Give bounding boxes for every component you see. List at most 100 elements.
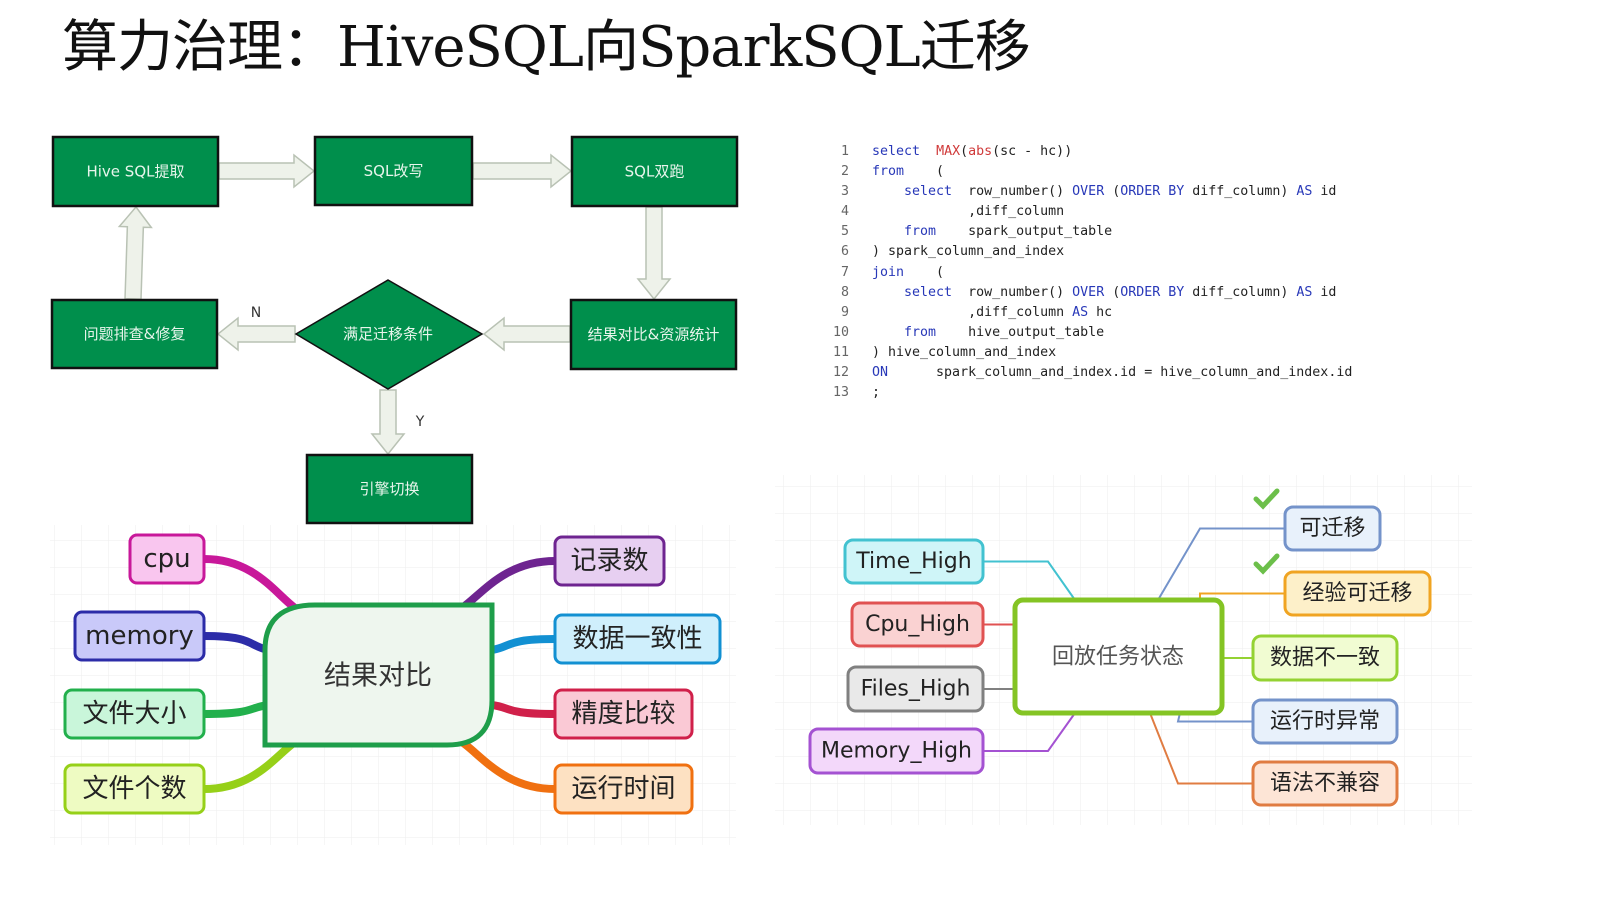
code-line: 9 ,diff_column AS hc (825, 303, 1352, 323)
code-line: 11 ) hive_column_and_index (825, 343, 1352, 363)
sql-code-block: 1 select MAX(abs (sc - hc)) 2 from (3 select… (825, 142, 1352, 403)
node-hive-sql-extract-label: Hive SQL提取 (86, 163, 184, 181)
code-line: 7 join ( (825, 263, 1352, 283)
code-keyword: select (904, 184, 953, 200)
code-text: hc (1088, 304, 1113, 320)
code-text: ,diff_column (872, 204, 1065, 220)
line-number: 6 (840, 244, 849, 260)
mindmap-node-label: 记录数 (570, 546, 648, 576)
code-keyword: AS (1296, 184, 1313, 200)
line-number: 7 (840, 264, 849, 280)
line-number: 8 (840, 284, 849, 300)
code-keyword: AS (1072, 304, 1089, 320)
mindmap-node-label: 运行时异常 (1270, 709, 1380, 734)
line-number: 4 (840, 204, 849, 220)
code-line: 4 ,diff_column (825, 202, 1352, 222)
code-text: ( (904, 264, 945, 280)
node-troubleshoot-fix-label: 问题排查&修复 (84, 325, 186, 343)
code-keyword: from (904, 324, 937, 340)
diagram-canvas: Hive SQL提取 SQL改写 SQL双跑结果对比&资源统计 问题排查&修复引擎切换… (50, 135, 1472, 845)
mindmap-node-label: 文件个数 (82, 774, 186, 804)
mindmap-node-label: 可迁移 (1299, 516, 1365, 541)
line-number: 12 (832, 365, 849, 381)
arrow-fix-to-extract (117, 205, 153, 301)
mindmap-node-label: 数据一致性 (572, 624, 702, 654)
code-text: row_number() (952, 184, 1073, 200)
center-node-label: 结果对比 (324, 661, 432, 692)
line-number: 3 (840, 184, 849, 200)
mindmap-node-label: Cpu_High (865, 612, 970, 637)
node-sql-rewrite-label: SQL改写 (364, 162, 424, 180)
code-text: id (1312, 184, 1337, 200)
code-keyword: select (904, 284, 953, 300)
code-line: 1 select MAX(abs (sc - hc)) (825, 142, 1352, 162)
mindmap-node-label: Time_High (855, 549, 971, 574)
decision-label: 满足迁移条件 (343, 325, 433, 343)
mindmap-node-label: 运行时间 (571, 774, 675, 804)
mindmap-node-label: 数据不一致 (1270, 646, 1380, 671)
code-line: 6 ) spark_column_and_index (825, 242, 1352, 262)
code-text: spark_column_and_index.id = hive_column_… (888, 365, 1353, 381)
arrow-condition-to-switch (370, 389, 406, 456)
code-text: ( (1104, 284, 1121, 300)
code-line: 3 select row_number() OVER (ORDER BY dif… (825, 182, 1352, 202)
line-number: 2 (840, 164, 849, 180)
code-text: row_number() (952, 284, 1073, 300)
arrow-condition-to-fix (216, 316, 296, 352)
code-text: ,diff_column (872, 304, 1073, 320)
node-engine-switch-label: 引擎切换 (359, 480, 419, 498)
mindmap-node-label: memory (85, 621, 194, 651)
code-text: id (1312, 284, 1337, 300)
line-number: 10 (832, 324, 849, 340)
code-keyword: from (904, 224, 937, 240)
code-line: 2 from ( (825, 162, 1352, 182)
node-result-compare-label: 结果对比&资源统计 (588, 326, 720, 344)
code-text: ) spark_column_and_index (872, 244, 1065, 260)
migration-flowchart: Hive SQL提取 SQL改写 SQL双跑结果对比&资源统计 问题排查&修复引擎切换… (50, 135, 739, 525)
line-number: 5 (840, 224, 849, 240)
mindmap-node-label: 文件大小 (82, 699, 186, 729)
mindmap-node-label: 语法不兼容 (1270, 771, 1380, 796)
mindmap-node-label: cpu (143, 544, 190, 574)
arrow-compare-to-condition (482, 316, 571, 352)
code-line: 5 from spark_output_table (825, 222, 1352, 242)
result-compare-mindmap: 结果对比 cpu memory 文件大小文件个数 记录数数据一致性精度比较运行时间 (50, 525, 736, 845)
arrow-rewrite-to-dualrun (472, 153, 573, 189)
mindmap-node-label: Memory_High (821, 739, 972, 764)
arrow-extract-to-rewrite (218, 153, 316, 189)
line-number: 1 (840, 144, 849, 159)
arrow-dualrun-to-compare (636, 206, 672, 301)
mindmap-node-label: 精度比较 (571, 699, 675, 729)
code-keyword: OVER (1072, 184, 1105, 200)
code-keyword: ON (872, 365, 889, 381)
code-text: ) hive_column_and_index (872, 344, 1057, 360)
code-line: 12 ON spark_column_and_index.id = hive_co… (825, 363, 1352, 383)
node-sql-dual-run-label: SQL双跑 (625, 163, 685, 181)
line-number: 13 (832, 385, 849, 401)
mindmap-node-label: 经验可迁移 (1302, 581, 1412, 606)
line-number: 11 (832, 344, 849, 360)
replay-status-mindmap: 回放任务状态 Time_High Cpu_High Files_High Memory_… (775, 475, 1472, 825)
code-function: MAX (936, 144, 961, 159)
code-text: diff_column) (1184, 184, 1297, 200)
code-text: diff_column) (1184, 284, 1297, 300)
code-keyword: ORDER BY (1120, 184, 1185, 200)
code-line: 13; (825, 383, 1352, 403)
code-keyword: select (872, 144, 921, 159)
no-branch-label: N (251, 305, 261, 321)
code-keyword: join (872, 264, 905, 280)
mindmap-node-label: Files_High (861, 677, 971, 702)
code-keyword: ORDER BY (1120, 284, 1185, 300)
yes-branch-label: Y (415, 414, 425, 430)
code-text: ( (904, 164, 945, 180)
code-text: ( (960, 144, 969, 159)
code-text: hive_output_table (936, 324, 1105, 340)
code-keyword: AS (1296, 284, 1313, 300)
code-keyword: from (872, 164, 905, 180)
code-text: (sc - hc)) (992, 144, 1073, 159)
